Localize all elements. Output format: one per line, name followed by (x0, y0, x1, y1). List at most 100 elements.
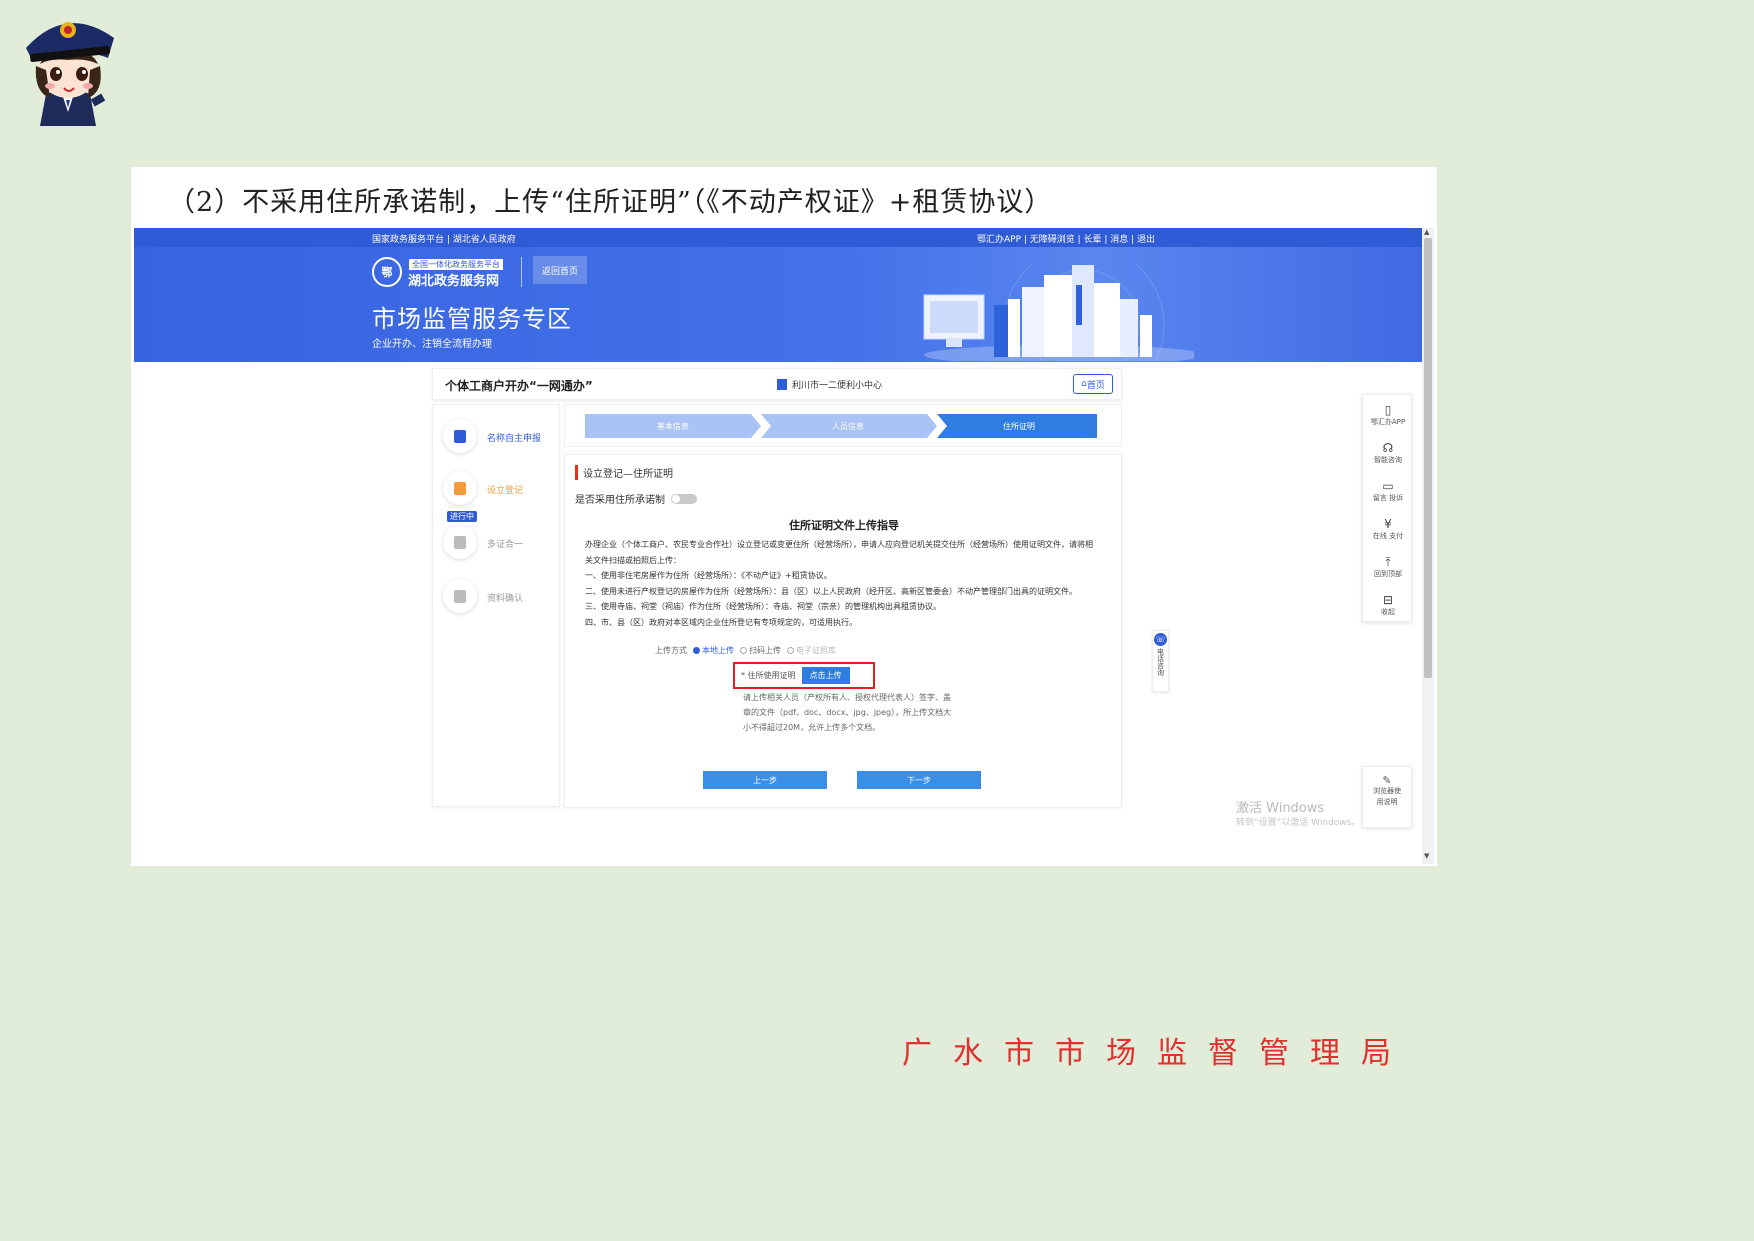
form-panel: 设立登记—住所证明 是否采用住所承诺制 住所证明文件上传指导 办理企业（个体工商… (564, 454, 1122, 808)
browser-guide-button[interactable]: ✎ 浏览器使用说明 (1362, 766, 1412, 828)
guide-title: 住所证明文件上传指导 (789, 519, 899, 532)
guide-text: 办理企业（个体工商户、农民专业合作社）设立登记或变更住所（经营场所），申请人应向… (585, 537, 1095, 630)
step-label: 名称自主申报 (487, 434, 542, 444)
step-icon-confirm (454, 589, 466, 603)
scrollbar-thumb[interactable] (1424, 238, 1432, 678)
browser-guide-label: 浏览器使用说明 (1373, 787, 1401, 806)
police-mascot (26, 22, 114, 126)
top-bar: 国家政务服务平台 | 湖北省人民政府 鄂汇办APP | 无障碍浏览 | 长辈 |… (134, 228, 1422, 247)
phone-icon: ▯ (1384, 403, 1392, 417)
phone-consult-tab[interactable]: ☏ 电话咨询 (1152, 630, 1169, 692)
float-consult-label: 智能咨询 (1374, 456, 1402, 464)
upload-field-label: * 住所使用证明 (741, 671, 796, 680)
step-multi-license[interactable]: 多证合一 (443, 525, 559, 561)
logo-big-text[interactable]: 湖北政务服务网 (408, 270, 499, 289)
float-pay-label: 在线 支付 (1372, 532, 1404, 540)
float-pay[interactable]: ¥ 在线 支付 (1363, 517, 1413, 541)
upload-mode-scan[interactable]: 扫码上传 (740, 645, 781, 656)
toggle-knob (672, 494, 680, 503)
back-home-button[interactable]: 返回首页 (533, 256, 587, 284)
step-icon (443, 471, 477, 505)
collapse-icon: ⊟ (1382, 593, 1394, 607)
float-app[interactable]: ▯ 鄂汇办APP (1363, 403, 1413, 427)
upload-mode-label: 上传方式 (655, 646, 687, 655)
address-proof-upload-highlight: * 住所使用证明 点击上传 (733, 662, 875, 689)
service-header: 个体工商户开办“一网通办” 利川市一二便利小中心 ⌂ 首页 (432, 368, 1122, 400)
progress-step-address[interactable]: 住所证明 (941, 414, 1097, 438)
step-registration[interactable]: 设立登记 进行中 (443, 471, 559, 522)
building-icon (777, 379, 787, 390)
floating-toolbar: ▯ 鄂汇办APP ☊ 智能咨询 ▭ 留言 投诉 ¥ 在线 支付 ⤒ 回到顶部 ⊟ 收起 (1362, 394, 1412, 622)
upload-mode-row: 上传方式 本地上传 扫码上传 电子证照库 (655, 645, 836, 656)
top-bar-user-links[interactable]: 鄂汇办APP | 无障碍浏览 | 长辈 | 消息 | 退出 (977, 232, 1155, 245)
logo-small-text: 全国一体化政务服务平台 (409, 259, 503, 270)
city-illustration (923, 265, 1194, 361)
to-top-icon: ⤒ (1385, 555, 1391, 569)
guide-line: 一、使用非住宅房屋作为住所（经营场所）：《不动产证》+租赁协议。 (585, 571, 832, 580)
next-button[interactable]: 下一步 (857, 771, 981, 789)
section-title: 设立登记—住所证明 (575, 465, 673, 480)
guide-line: 办理企业（个体工商户、农民专业合作社）设立登记或变更住所（经营场所），申请人应向… (585, 540, 1093, 565)
service-center: 利川市一二便利小中心 (777, 378, 882, 391)
upload-mode-local[interactable]: 本地上传 (693, 645, 734, 656)
upload-mode-elicense-label: 电子证照库 (796, 646, 836, 655)
top-bar-links[interactable]: 国家政务服务平台 | 湖北省人民政府 (372, 232, 516, 245)
upload-button[interactable]: 点击上传 (801, 667, 850, 684)
step-icon-multi-license (454, 535, 466, 549)
banner: 鄂 全国一体化政务服务平台 湖北政务服务网 返回首页 市场监管服务专区 企业开办… (134, 247, 1422, 362)
float-collapse[interactable]: ⊟ 收起 (1363, 593, 1413, 617)
phone-icon: ☏ (1154, 633, 1167, 646)
step-label: 设立登记 (487, 486, 524, 496)
commitment-toggle[interactable] (671, 493, 697, 504)
commitment-toggle-row: 是否采用住所承诺制 (575, 491, 697, 506)
float-top-label: 回到顶部 (1374, 570, 1402, 578)
footer-agency: 广水市市场监督管理局 (902, 1036, 1412, 1071)
guide-line: 二、使用未进行产权登记的房屋作为住所（经营场所）：县（区）以上人民政府（经开区、… (585, 586, 1077, 596)
radio-icon (740, 647, 747, 654)
message-icon: ▭ (1382, 479, 1394, 493)
logo-divider (521, 257, 522, 287)
upload-mode-local-label: 本地上传 (702, 646, 734, 655)
home-button-label: 首页 (1086, 380, 1105, 391)
activation-watermark-subtitle: 转到“设置”以激活 Windows。 (1236, 818, 1361, 828)
step-label: 资料确认 (487, 594, 524, 604)
scroll-up-icon[interactable]: ▲ (1424, 228, 1429, 236)
progress-steps: 基本信息 人员信息 住所证明 (564, 404, 1122, 447)
step-label: 多证合一 (487, 540, 524, 550)
step-icon-name-declaration (454, 429, 466, 443)
headset-icon: ☊ (1382, 441, 1394, 455)
service-center-name: 利川市一二便利小中心 (792, 381, 883, 391)
feather-icon: ✎ (1382, 774, 1392, 787)
slide-caption: （2）不采用住所承诺制，上传“住所证明”（《不动产权证》+租赁协议） (168, 187, 1053, 218)
upload-mode-elicense[interactable]: 电子证照库 (787, 645, 836, 656)
step-name-declaration[interactable]: 名称自主申报 (443, 419, 559, 455)
zone-subtitle: 企业开办、注销全流程办理 (372, 339, 492, 350)
in-progress-badge: 进行中 (447, 511, 477, 522)
float-top[interactable]: ⤒ 回到顶部 (1363, 555, 1413, 579)
step-icon (443, 419, 477, 453)
progress-step-basic[interactable]: 基本信息 (585, 414, 761, 438)
progress-step-personnel[interactable]: 人员信息 (765, 414, 931, 438)
step-confirm[interactable]: 资料确认 (443, 579, 559, 615)
upload-mode-scan-label: 扫码上传 (749, 646, 781, 655)
float-message-label: 留言 投诉 (1372, 494, 1404, 502)
radio-selected-icon (693, 647, 700, 654)
phone-consult-label: 电话咨询 (1156, 648, 1165, 676)
scroll-down-icon[interactable]: ▼ (1424, 852, 1429, 860)
float-consult[interactable]: ☊ 智能咨询 (1363, 441, 1413, 465)
guide-line: 三、使用寺庙、祠堂（祠庙）作为住所（经营场所）：寺庙、祠堂（宗亲）的管理机构出具… (585, 602, 941, 611)
float-collapse-label: 收起 (1381, 608, 1395, 616)
home-button[interactable]: ⌂ 首页 (1073, 374, 1113, 394)
prev-button[interactable]: 上一步 (703, 771, 827, 789)
float-app-label: 鄂汇办APP (1370, 418, 1406, 426)
upload-note: 请上传相关人员（产权所有人、授权代理代表人）签字、盖章的文件（pdf、doc、d… (743, 693, 952, 732)
float-message[interactable]: ▭ 留言 投诉 (1363, 479, 1413, 503)
zone-title: 市场监管服务专区 (372, 305, 572, 333)
activation-watermark-title: 激活 Windows (1236, 801, 1325, 816)
yen-icon: ¥ (1384, 517, 1392, 531)
step-icon-registration (454, 481, 466, 495)
gov-emblem-icon: 鄂 (372, 257, 402, 287)
browser-screenshot: 国家政务服务平台 | 湖北省人民政府 鄂汇办APP | 无障碍浏览 | 长辈 |… (134, 228, 1434, 864)
step-icon (443, 525, 477, 559)
page-scrollbar[interactable]: ▲ ▼ (1422, 228, 1434, 864)
